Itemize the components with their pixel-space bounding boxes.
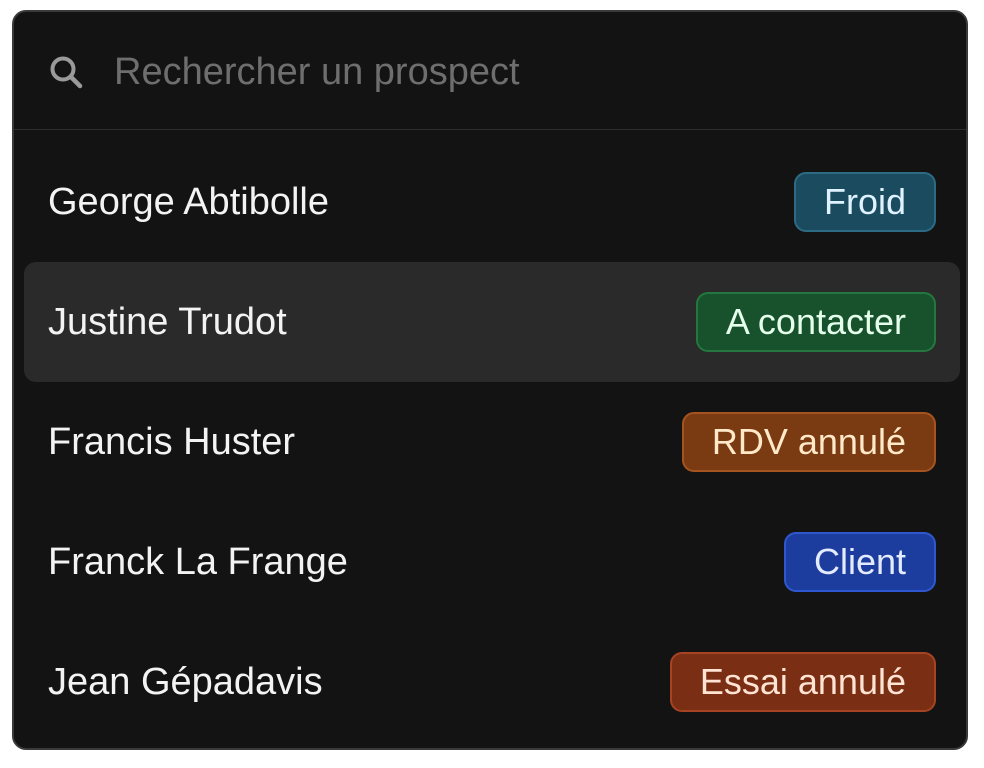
prospect-name: Justine Trudot — [48, 301, 287, 343]
prospect-name: Franck La Frange — [48, 541, 348, 583]
prospect-row-0[interactable]: George Abtibolle Froid — [24, 142, 960, 262]
status-badge: A contacter — [695, 292, 936, 352]
prospect-picker-panel: George Abtibolle Froid Justine Trudot A … — [12, 10, 968, 750]
prospect-row-4[interactable]: Jean Gépadavis Essai annulé — [24, 622, 960, 742]
search-icon — [48, 54, 84, 90]
status-badge: Essai annulé — [669, 652, 936, 712]
status-badge: RDV annulé — [681, 412, 936, 472]
prospect-name: Jean Gépadavis — [48, 661, 323, 703]
prospect-name: Francis Huster — [48, 421, 296, 463]
prospect-row-3[interactable]: Franck La Frange Client — [24, 502, 960, 622]
prospect-row-2[interactable]: Francis Huster RDV annulé — [24, 382, 960, 502]
search-bar — [14, 12, 966, 130]
prospect-row-1[interactable]: Justine Trudot A contacter — [24, 262, 960, 382]
status-badge: Client — [783, 532, 936, 592]
search-input[interactable] — [114, 46, 934, 98]
status-badge: Froid — [793, 172, 936, 232]
prospect-name: George Abtibolle — [48, 181, 329, 223]
